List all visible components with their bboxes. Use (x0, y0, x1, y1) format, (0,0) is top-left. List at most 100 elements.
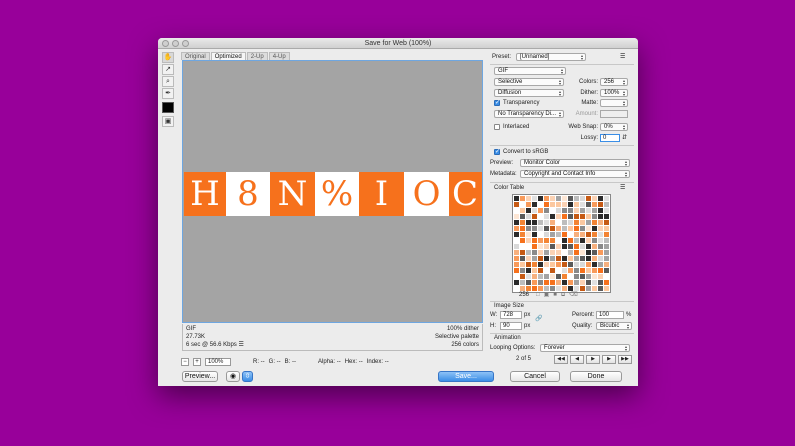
color-swatch[interactable] (580, 268, 585, 273)
color-swatch[interactable] (550, 220, 555, 225)
color-swatch[interactable] (598, 232, 603, 237)
color-swatch[interactable] (538, 196, 543, 201)
color-swatch[interactable] (580, 286, 585, 291)
color-swatch[interactable] (574, 280, 579, 285)
color-swatch[interactable] (592, 286, 597, 291)
color-swatch[interactable] (562, 256, 567, 261)
color-swatch[interactable] (592, 226, 597, 231)
color-swatch[interactable] (580, 238, 585, 243)
color-swatch[interactable] (514, 214, 519, 219)
first-frame-icon[interactable]: ◀◀ (554, 355, 568, 364)
color-swatch[interactable] (514, 202, 519, 207)
color-swatch[interactable] (538, 244, 543, 249)
color-swatch[interactable] (604, 262, 609, 267)
color-swatch[interactable] (556, 262, 561, 267)
color-swatch[interactable] (586, 196, 591, 201)
browser-icon[interactable]: ◉ (226, 371, 240, 382)
color-swatch[interactable] (586, 238, 591, 243)
color-swatch[interactable] (592, 244, 597, 249)
transparency-checkbox[interactable]: ✓ (494, 100, 500, 106)
color-swatch[interactable] (532, 256, 537, 261)
color-swatch[interactable] (532, 268, 537, 273)
transparency-dither-select[interactable]: No Transparency Di... (494, 110, 564, 118)
height-field[interactable]: 90 (500, 322, 522, 330)
color-swatch[interactable] (604, 226, 609, 231)
color-swatch[interactable] (574, 214, 579, 219)
color-swatch[interactable] (598, 196, 603, 201)
color-swatch[interactable] (520, 274, 525, 279)
color-swatch[interactable] (520, 268, 525, 273)
color-swatch[interactable] (562, 214, 567, 219)
color-swatch[interactable] (550, 256, 555, 261)
color-swatch[interactable] (514, 226, 519, 231)
color-swatch[interactable] (574, 268, 579, 273)
zoom-window-button[interactable] (182, 40, 189, 47)
color-swatch[interactable] (544, 208, 549, 213)
color-swatch[interactable] (556, 214, 561, 219)
color-swatch[interactable] (532, 238, 537, 243)
color-swatch[interactable] (556, 238, 561, 243)
color-swatch[interactable] (568, 256, 573, 261)
color-swatch[interactable] (562, 250, 567, 255)
color-swatch[interactable] (556, 232, 561, 237)
color-swatch[interactable] (526, 208, 531, 213)
color-swatch[interactable] (586, 280, 591, 285)
color-swatch[interactable] (538, 202, 543, 207)
done-button[interactable]: Done (570, 371, 622, 382)
color-swatch[interactable] (568, 274, 573, 279)
color-swatch[interactable] (556, 244, 561, 249)
color-swatch[interactable] (544, 256, 549, 261)
color-swatch[interactable] (514, 262, 519, 267)
color-swatch[interactable] (568, 250, 573, 255)
color-swatch[interactable] (580, 232, 585, 237)
hand-tool-icon[interactable]: ✋ (162, 52, 174, 63)
color-swatch[interactable] (544, 262, 549, 267)
color-swatch[interactable] (556, 268, 561, 273)
preview-canvas[interactable]: H 8 N % I O C (182, 60, 483, 323)
color-swatch[interactable] (604, 286, 609, 291)
color-swatch[interactable] (604, 214, 609, 219)
color-swatch[interactable] (520, 250, 525, 255)
color-swatch[interactable] (520, 256, 525, 261)
color-swatch[interactable] (580, 226, 585, 231)
color-swatch[interactable] (544, 280, 549, 285)
color-swatch[interactable] (550, 214, 555, 219)
close-window-button[interactable] (162, 40, 169, 47)
color-swatch[interactable] (520, 232, 525, 237)
color-swatch[interactable] (598, 202, 603, 207)
delete-color-icon[interactable]: ⌫ (569, 291, 577, 299)
color-swatch[interactable] (562, 238, 567, 243)
color-swatch[interactable] (544, 214, 549, 219)
color-swatch[interactable] (526, 220, 531, 225)
color-swatch[interactable] (544, 232, 549, 237)
color-swatch[interactable] (520, 202, 525, 207)
color-swatch[interactable] (604, 268, 609, 273)
color-swatch[interactable] (538, 274, 543, 279)
color-swatch[interactable] (604, 220, 609, 225)
color-swatch[interactable] (568, 220, 573, 225)
websnap-field[interactable]: 0% (600, 123, 628, 131)
color-swatch[interactable] (532, 250, 537, 255)
color-swatch[interactable] (532, 196, 537, 201)
color-swatch[interactable] (538, 262, 543, 267)
color-swatch[interactable] (568, 262, 573, 267)
color-swatch[interactable] (568, 208, 573, 213)
download-speed-menu-icon[interactable]: ☰ (238, 342, 243, 348)
color-swatch[interactable] (550, 232, 555, 237)
color-swatch[interactable] (568, 202, 573, 207)
color-swatch[interactable] (514, 220, 519, 225)
color-swatch[interactable] (538, 268, 543, 273)
color-swatch[interactable] (592, 208, 597, 213)
color-swatch[interactable] (514, 280, 519, 285)
color-swatch[interactable] (586, 268, 591, 273)
color-table-menu-icon[interactable]: ☰ (620, 184, 625, 192)
color-swatch[interactable] (586, 244, 591, 249)
color-swatch[interactable] (568, 214, 573, 219)
color-swatch[interactable] (526, 244, 531, 249)
color-swatch[interactable] (562, 208, 567, 213)
color-swatch[interactable] (514, 244, 519, 249)
color-swatch[interactable] (604, 238, 609, 243)
color-swatch[interactable] (598, 286, 603, 291)
web-shift-icon[interactable]: ▣ (544, 291, 550, 299)
map-to-transparent-icon[interactable]: □ (536, 291, 540, 299)
